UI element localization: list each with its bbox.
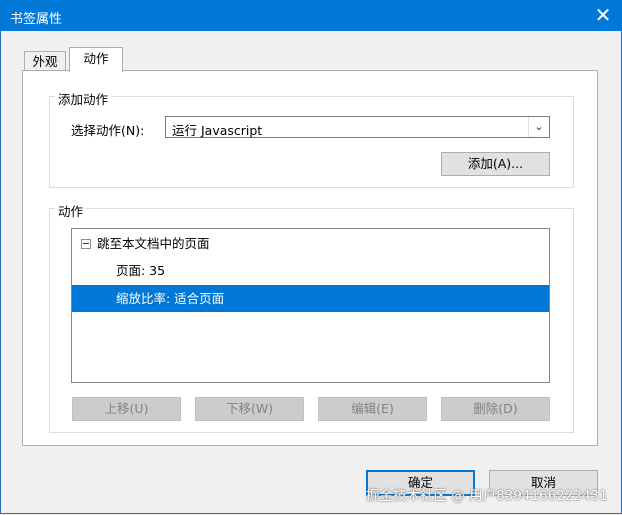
tab-appearance[interactable]: 外观 (24, 51, 66, 71)
tree-item-label: 缩放比率: 适合页面 (116, 291, 225, 306)
actions-group-title: 动作 (55, 201, 87, 220)
action-select[interactable]: 运行 Javascript ⌄ (165, 116, 550, 138)
add-action-group-title: 添加动作 (55, 89, 112, 108)
tab-actions[interactable]: 动作 (69, 47, 123, 72)
title-bar: 书签属性 ✕ (0, 0, 622, 31)
collapse-icon[interactable] (81, 239, 91, 249)
close-icon[interactable]: ✕ (584, 0, 622, 31)
tree-item-selected[interactable]: 缩放比率: 适合页面 (72, 285, 549, 312)
tree-item[interactable]: 页面: 35 (72, 257, 549, 284)
tree-item[interactable]: 跳至本文档中的页面 (72, 230, 549, 257)
chevron-down-icon[interactable]: ⌄ (528, 117, 549, 137)
action-tree[interactable]: 跳至本文档中的页面 页面: 35 缩放比率: 适合页面 (71, 228, 550, 383)
watermark: 掘金技术社区 @ 用户8394166222431 (366, 488, 608, 504)
move-down-button[interactable]: 下移(W) (195, 397, 304, 421)
move-up-button[interactable]: 上移(U) (72, 397, 181, 421)
action-select-value: 运行 Javascript (172, 123, 263, 138)
edit-button[interactable]: 编辑(E) (318, 397, 427, 421)
window-title: 书签属性 (10, 12, 63, 27)
add-button[interactable]: 添加(A)... (441, 152, 550, 176)
tree-item-label: 跳至本文档中的页面 (97, 236, 210, 251)
select-action-label: 选择动作(N): (71, 123, 145, 138)
tree-item-label: 页面: 35 (116, 263, 166, 278)
delete-button[interactable]: 删除(D) (441, 397, 550, 421)
